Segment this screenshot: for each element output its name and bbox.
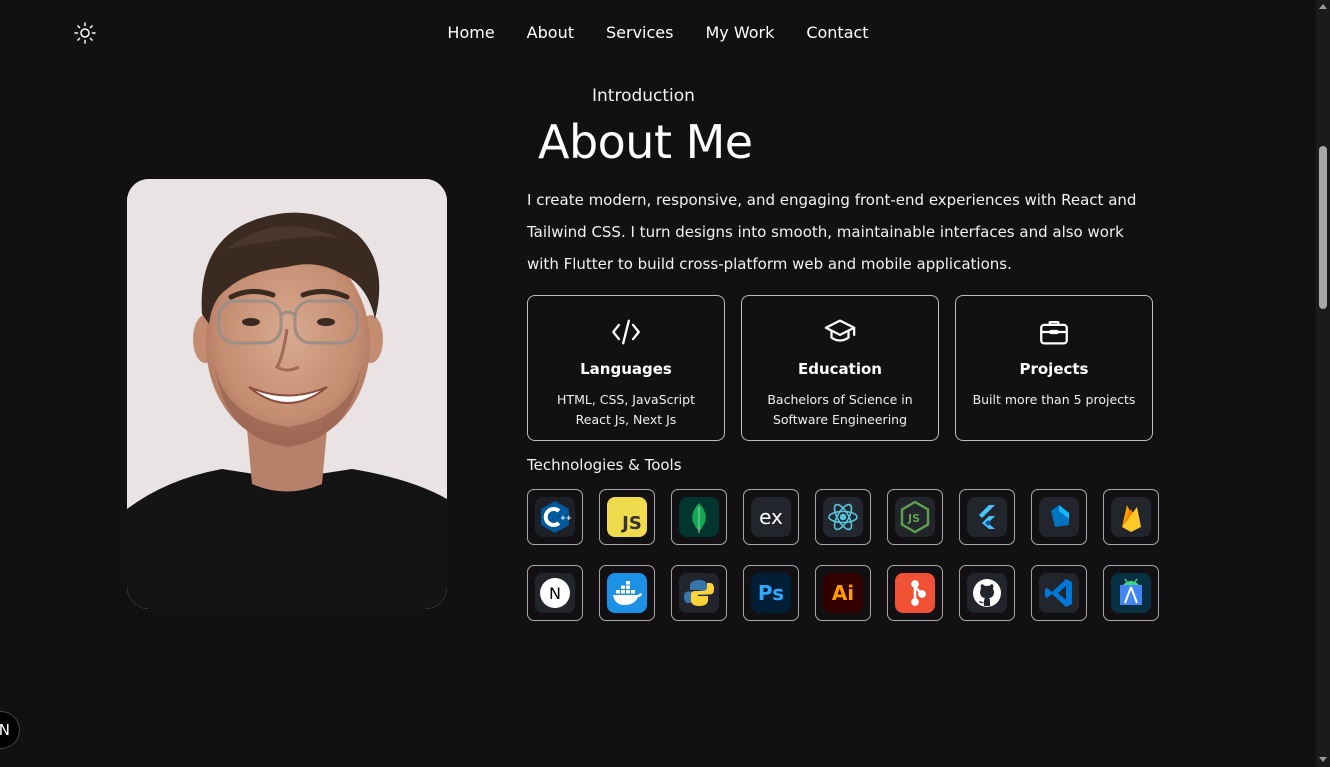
card-education: Education Bachelors of Science in Softwa… — [741, 295, 939, 441]
vscode-icon — [1039, 573, 1079, 613]
git-icon — [895, 573, 935, 613]
github-icon — [967, 573, 1007, 613]
tools-grid: ++ JS ex JS N Ps Ai — [527, 489, 1159, 621]
tool-firebase[interactable] — [1103, 489, 1159, 545]
docker-icon — [607, 573, 647, 613]
card-desc-line: Software Engineering — [772, 412, 908, 427]
tool-mongodb[interactable] — [671, 489, 727, 545]
tool-express[interactable]: ex — [743, 489, 799, 545]
card-description: Bachelors of Science in Software Enginee… — [767, 390, 912, 430]
card-desc-line: HTML, CSS, JavaScript — [557, 392, 695, 407]
tool-photoshop[interactable]: Ps — [743, 565, 799, 621]
tool-android-studio[interactable] — [1103, 565, 1159, 621]
photoshop-glyph: Ps — [757, 581, 785, 605]
tools-heading: Technologies & Tools — [527, 456, 682, 474]
nav-contact[interactable]: Contact — [790, 22, 884, 44]
tool-docker[interactable] — [599, 565, 655, 621]
nav-services[interactable]: Services — [590, 22, 689, 44]
briefcase-icon — [1036, 314, 1072, 350]
flutter-icon — [967, 497, 1007, 537]
svg-text:++: ++ — [560, 514, 572, 522]
tool-nodejs[interactable]: JS — [887, 489, 943, 545]
illustrator-icon: Ai — [823, 573, 863, 613]
nextjs-icon: N — [535, 573, 575, 613]
scrollbar-thumb[interactable] — [1319, 146, 1327, 309]
about-bio: I create modern, responsive, and engagin… — [527, 191, 1137, 273]
cpp-icon: ++ — [535, 497, 575, 537]
card-title: Projects — [1019, 360, 1089, 378]
nodejs-icon: JS — [895, 497, 935, 537]
card-title: Education — [798, 360, 882, 378]
card-languages: Languages HTML, CSS, JavaScript React Js… — [527, 295, 725, 441]
react-icon — [823, 497, 863, 537]
nav-home[interactable]: Home — [431, 22, 510, 44]
mongodb-icon — [679, 497, 719, 537]
nav-about[interactable]: About — [511, 22, 590, 44]
tool-react[interactable] — [815, 489, 871, 545]
vertical-scrollbar[interactable] — [1316, 0, 1330, 767]
scroll-down-arrow-icon[interactable] — [1319, 757, 1327, 762]
nextjs-glyph: N — [549, 583, 561, 603]
nextjs-badge-label: N — [0, 721, 10, 739]
tool-github[interactable] — [959, 565, 1015, 621]
section-eyebrow: Introduction — [592, 86, 695, 106]
top-navigation: Home About Services My Work Contact — [0, 22, 1316, 44]
nav-my-work[interactable]: My Work — [689, 22, 790, 44]
tool-dart[interactable] — [1031, 489, 1087, 545]
tool-nextjs[interactable]: N — [527, 565, 583, 621]
illustrator-glyph: Ai — [831, 581, 855, 605]
page-title: About Me — [538, 115, 753, 169]
card-desc-line: Built more than 5 projects — [972, 392, 1136, 407]
card-description: HTML, CSS, JavaScript React Js, Next Js — [557, 390, 695, 430]
android-studio-icon — [1111, 573, 1151, 613]
dart-icon — [1039, 497, 1079, 537]
express-glyph: ex — [759, 505, 783, 529]
firebase-icon — [1111, 497, 1151, 537]
scroll-up-arrow-icon[interactable] — [1319, 4, 1327, 9]
tool-cpp[interactable]: ++ — [527, 489, 583, 545]
tool-flutter[interactable] — [959, 489, 1015, 545]
card-desc-line: React Js, Next Js — [575, 412, 677, 427]
card-description: Built more than 5 projects — [973, 390, 1136, 410]
tool-python[interactable] — [671, 565, 727, 621]
js-glyph: JS — [622, 512, 642, 534]
express-icon: ex — [751, 497, 791, 537]
card-title: Languages — [580, 360, 672, 378]
nextjs-dev-badge[interactable]: N — [0, 711, 20, 749]
tool-javascript[interactable]: JS — [599, 489, 655, 545]
card-desc-line: Bachelors of Science in — [767, 392, 913, 407]
javascript-icon: JS — [607, 497, 647, 537]
python-icon — [679, 573, 719, 613]
tool-vscode[interactable] — [1031, 565, 1087, 621]
tool-illustrator[interactable]: Ai — [815, 565, 871, 621]
tool-git[interactable] — [887, 565, 943, 621]
info-cards: Languages HTML, CSS, JavaScript React Js… — [527, 295, 1153, 441]
profile-photo — [127, 179, 447, 609]
photoshop-icon: Ps — [751, 573, 791, 613]
card-projects: Projects Built more than 5 projects — [955, 295, 1153, 441]
svg-text:JS: JS — [907, 512, 920, 525]
code-icon — [608, 314, 644, 350]
graduation-cap-icon — [822, 314, 858, 350]
